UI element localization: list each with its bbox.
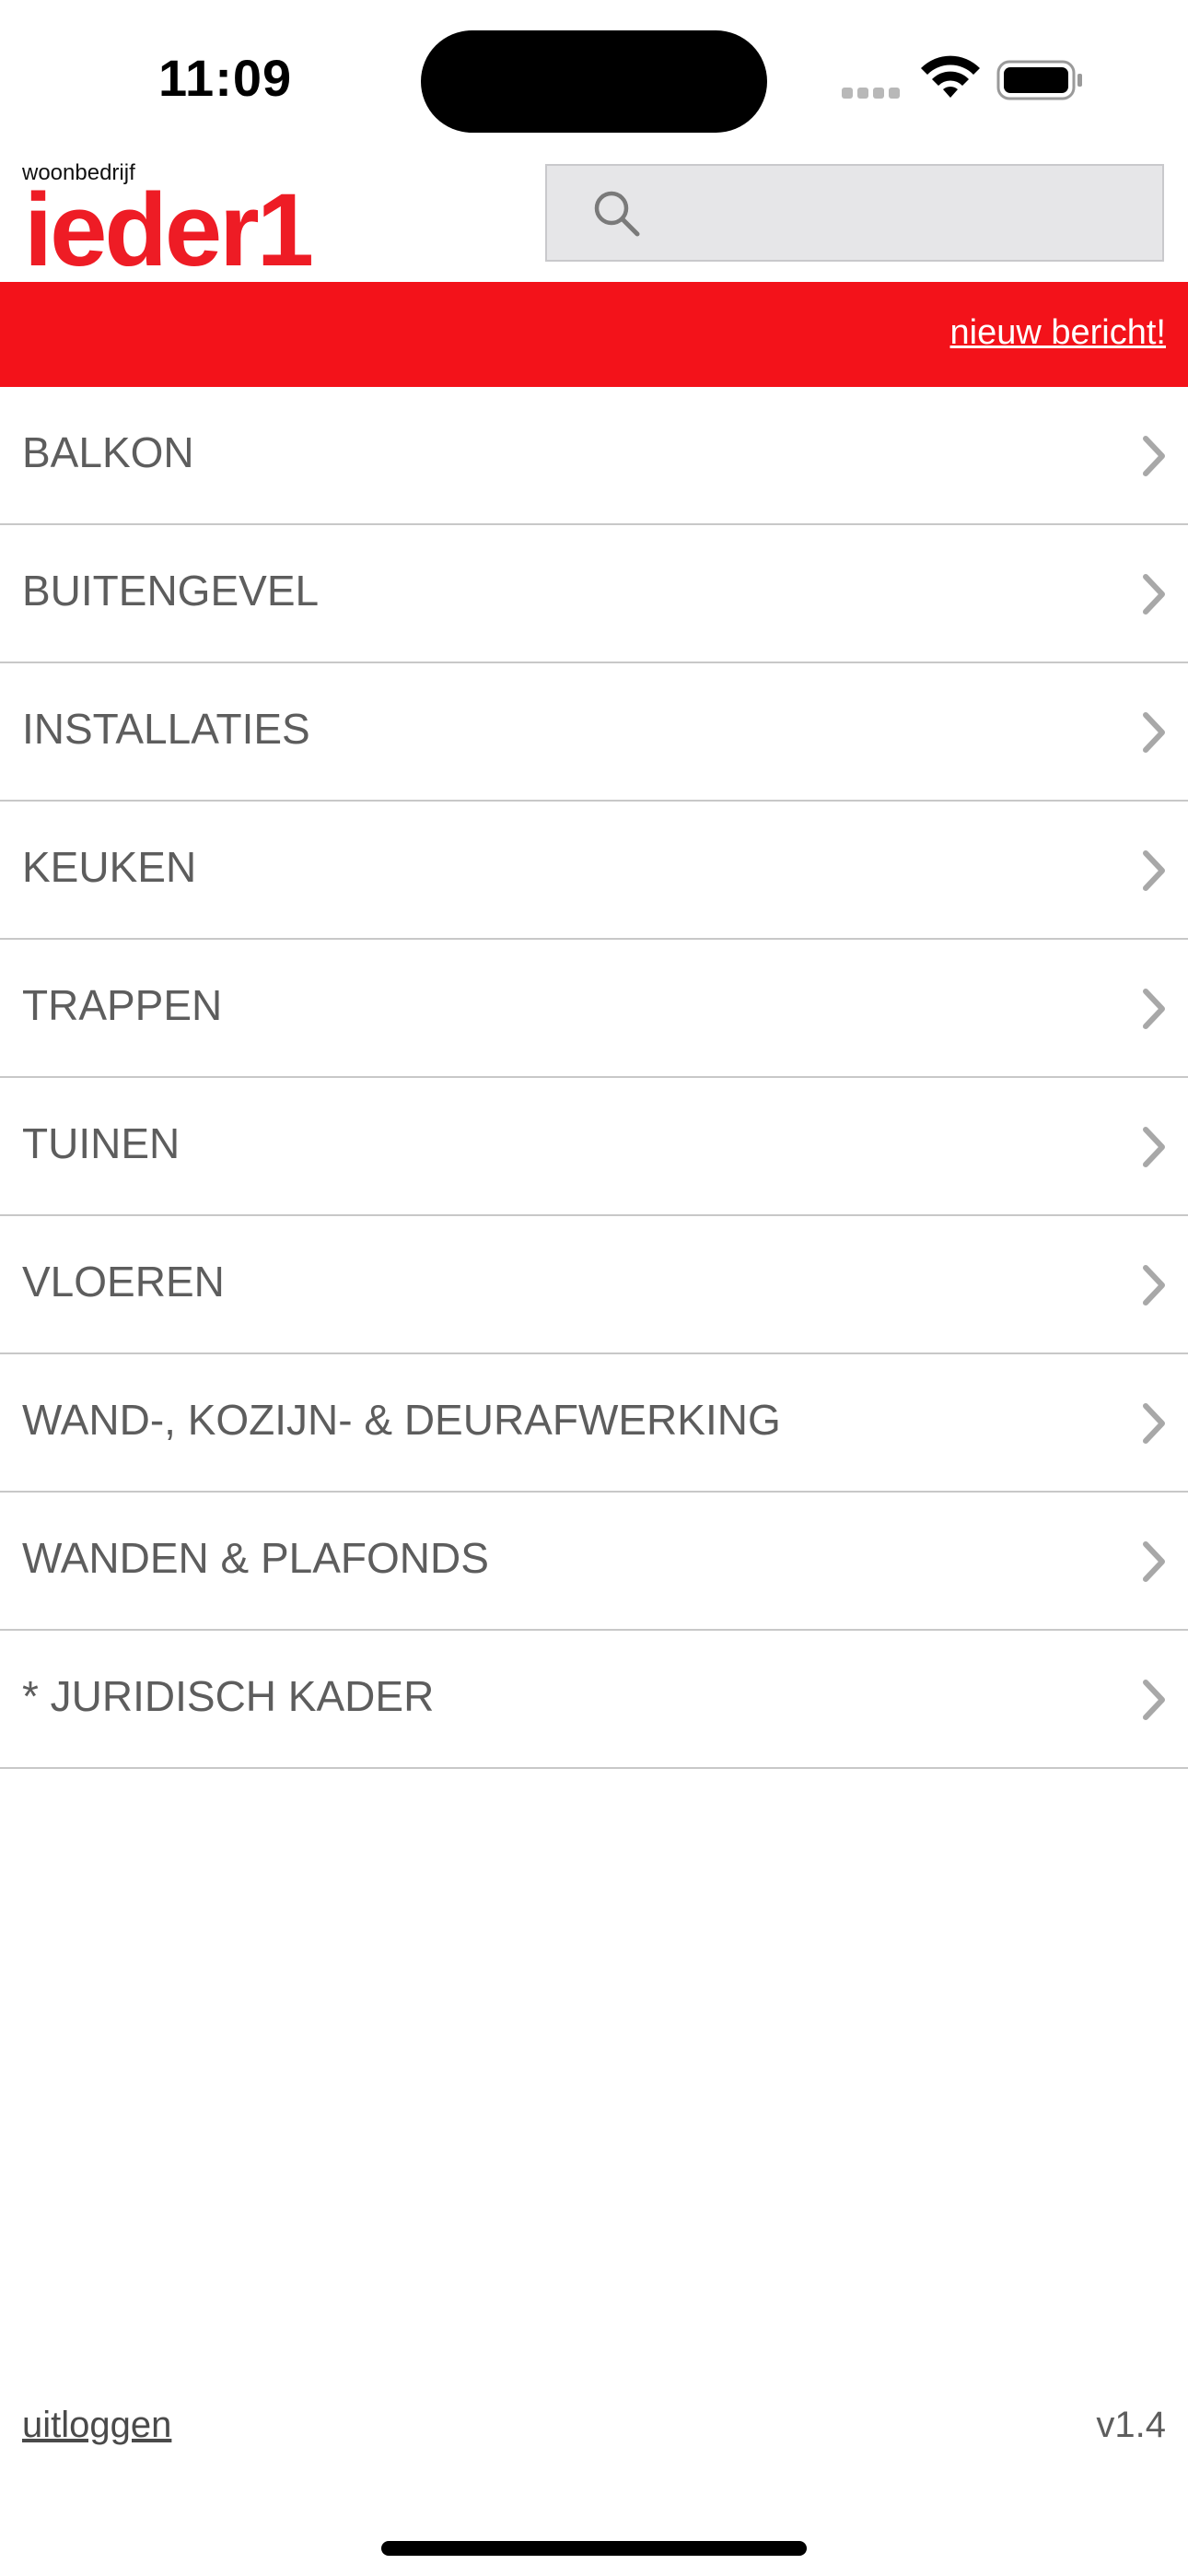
wifi-icon bbox=[921, 55, 980, 98]
category-item-keuken[interactable]: KEUKEN bbox=[0, 802, 1188, 940]
new-message-link[interactable]: nieuw bericht! bbox=[950, 313, 1166, 353]
category-label: INSTALLATIES bbox=[22, 705, 310, 753]
category-label: WAND-, KOZIJN- & DEURAFWERKING bbox=[22, 1396, 781, 1444]
category-label: WANDEN & PLAFONDS bbox=[22, 1534, 489, 1582]
ieder1-logo[interactable]: woonbedrijf ieder1 bbox=[22, 160, 326, 282]
category-item-juridisch-kader[interactable]: * JURIDISCH KADER bbox=[0, 1631, 1188, 1769]
search-icon bbox=[594, 191, 640, 237]
search-input[interactable] bbox=[658, 182, 1140, 245]
notification-banner: nieuw bericht! bbox=[0, 282, 1188, 387]
chevron-right-icon bbox=[1143, 1127, 1165, 1167]
battery-icon bbox=[996, 60, 1082, 100]
chevron-right-icon bbox=[1143, 1403, 1165, 1444]
category-item-installaties[interactable]: INSTALLATIES bbox=[0, 663, 1188, 802]
category-item-buitengevel[interactable]: BUITENGEVEL bbox=[0, 525, 1188, 663]
dynamic-island bbox=[421, 30, 767, 133]
version-label: v1.4 bbox=[1096, 2405, 1166, 2445]
signal-icon bbox=[842, 87, 906, 100]
chevron-right-icon bbox=[1143, 574, 1165, 615]
chevron-right-icon bbox=[1143, 1265, 1165, 1306]
category-list: BALKON BUITENGEVEL INSTALLATIES KEUKEN T… bbox=[0, 387, 1188, 1769]
category-item-balkon[interactable]: BALKON bbox=[0, 387, 1188, 525]
chevron-right-icon bbox=[1143, 436, 1165, 476]
category-item-vloeren[interactable]: VLOEREN bbox=[0, 1216, 1188, 1354]
category-item-tuinen[interactable]: TUINEN bbox=[0, 1078, 1188, 1216]
category-label: KEUKEN bbox=[22, 843, 197, 891]
category-label: TRAPPEN bbox=[22, 981, 223, 1029]
category-label: TUINEN bbox=[22, 1119, 181, 1167]
status-time: 11:09 bbox=[158, 49, 293, 107]
chevron-right-icon bbox=[1143, 712, 1165, 753]
chevron-right-icon bbox=[1143, 989, 1165, 1029]
home-indicator[interactable] bbox=[381, 2541, 807, 2556]
category-item-wand-kozijn-deurafwerking[interactable]: WAND-, KOZIJN- & DEURAFWERKING bbox=[0, 1354, 1188, 1493]
category-item-trappen[interactable]: TRAPPEN bbox=[0, 940, 1188, 1078]
chevron-right-icon bbox=[1143, 1680, 1165, 1720]
category-label: VLOEREN bbox=[22, 1258, 225, 1306]
chevron-right-icon bbox=[1143, 850, 1165, 891]
app-header: woonbedrijf ieder1 bbox=[0, 157, 1188, 282]
search-bar[interactable] bbox=[545, 164, 1164, 262]
status-bar: 11:09 bbox=[0, 0, 1188, 157]
chevron-right-icon bbox=[1143, 1541, 1165, 1582]
category-label: * JURIDISCH KADER bbox=[22, 1672, 435, 1720]
category-label: BALKON bbox=[22, 428, 194, 476]
category-item-wanden-plafonds[interactable]: WANDEN & PLAFONDS bbox=[0, 1493, 1188, 1631]
logo-wordmark: ieder1 bbox=[24, 172, 314, 287]
logout-link[interactable]: uitloggen bbox=[22, 2405, 171, 2446]
category-label: BUITENGEVEL bbox=[22, 567, 320, 615]
